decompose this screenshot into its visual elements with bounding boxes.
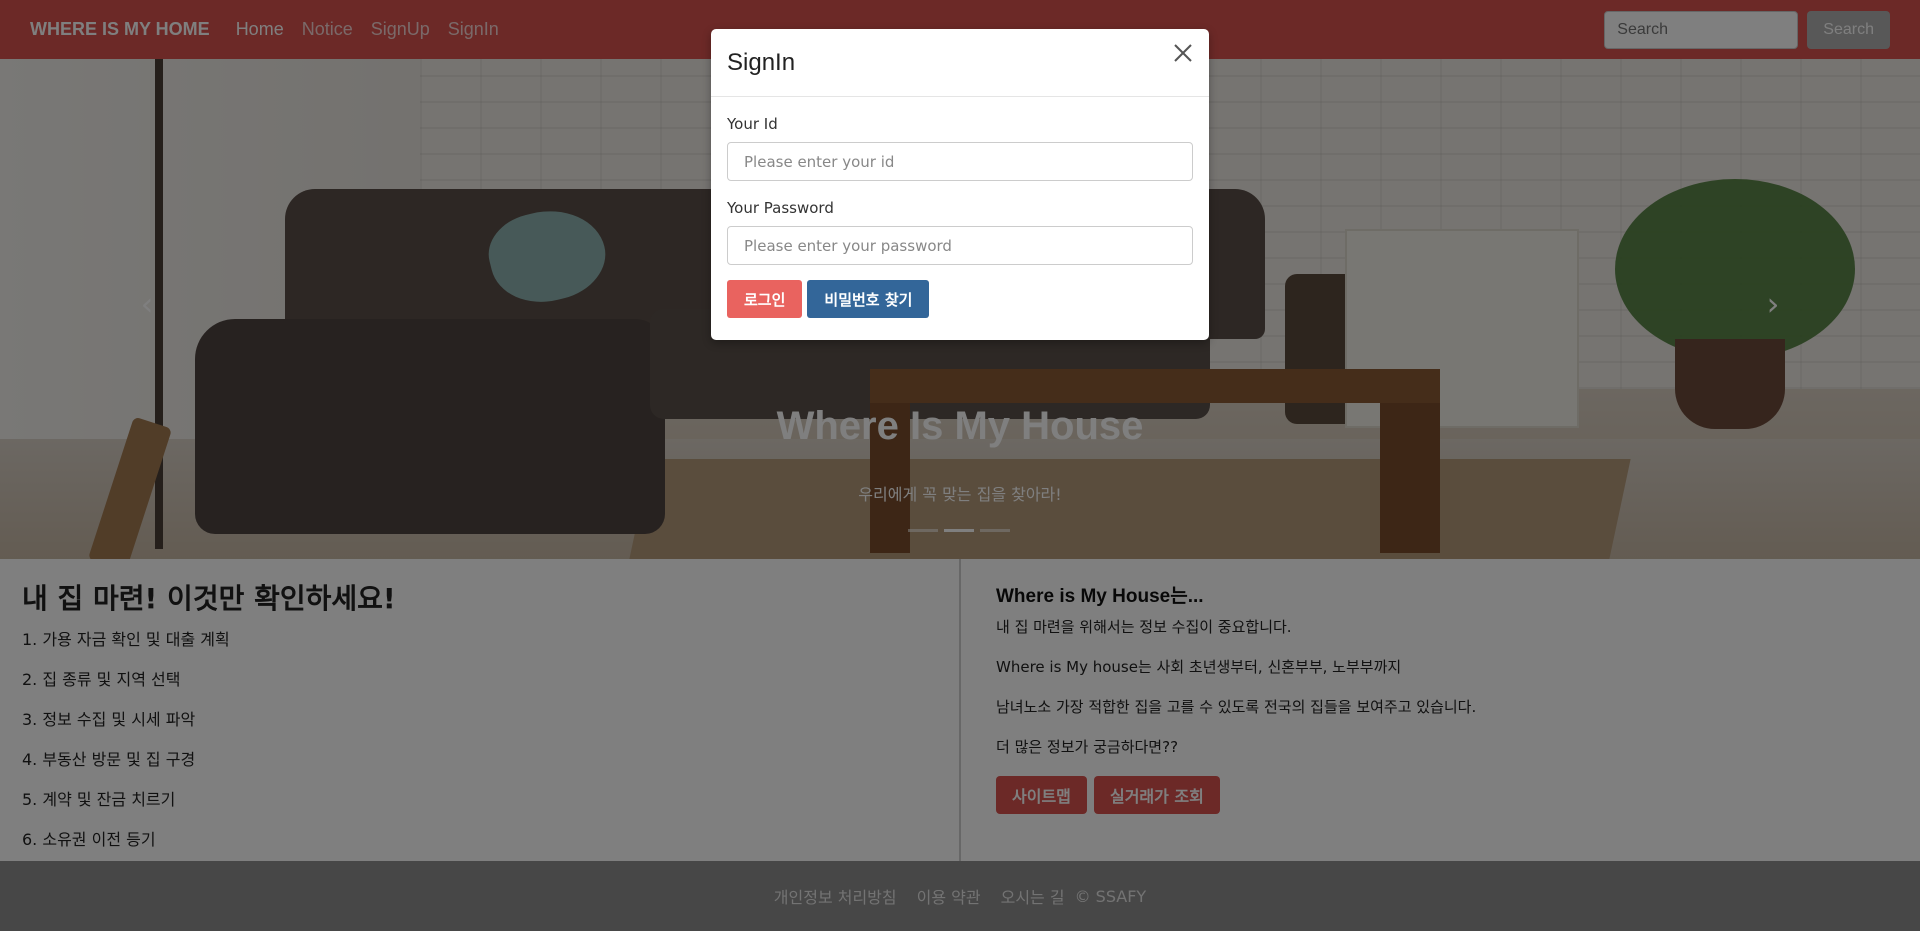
password-input[interactable] [727, 226, 1193, 265]
close-icon[interactable] [1171, 41, 1195, 65]
id-label: Your Id [727, 115, 778, 133]
close-icon-glyph [1174, 44, 1192, 62]
login-button[interactable]: 로그인 [727, 280, 803, 318]
id-input[interactable] [727, 142, 1193, 181]
signin-modal: SignIn Your Id Your Password 로그인 비밀번호 찾기 [711, 29, 1209, 340]
password-label: Your Password [727, 199, 834, 217]
modal-title: SignIn [727, 49, 796, 76]
modal-body: Your Id Your Password 로그인 비밀번호 찾기 [711, 97, 1209, 336]
modal-header: SignIn [711, 29, 1209, 97]
find-password-button[interactable]: 비밀번호 찾기 [807, 280, 930, 318]
modal-actions: 로그인 비밀번호 찾기 [727, 280, 1193, 318]
